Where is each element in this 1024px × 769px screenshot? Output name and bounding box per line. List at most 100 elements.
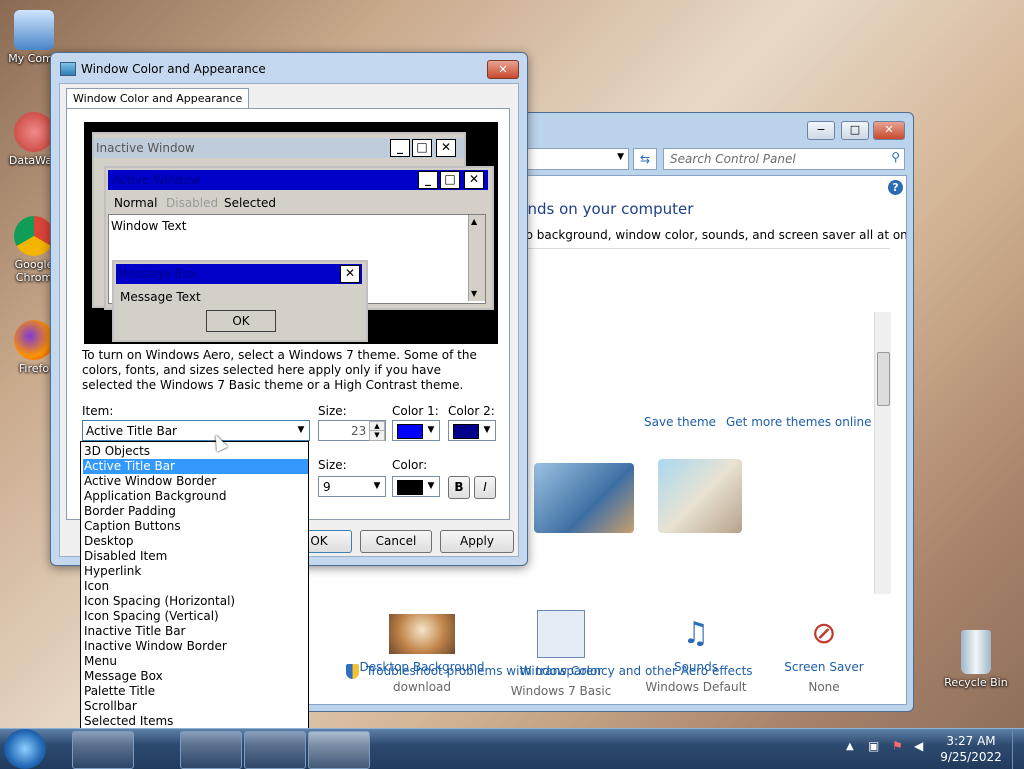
computer-icon xyxy=(14,10,54,50)
minimize-button[interactable]: − xyxy=(807,121,835,140)
item-dropdown-list[interactable]: 3D Objects Active Title Bar Active Window … xyxy=(80,441,309,759)
page-subtitle: op background, window color, sounds, and… xyxy=(518,228,907,242)
show-desktop-button[interactable] xyxy=(1012,729,1024,769)
preview-message-title: Message Box xyxy=(118,267,197,281)
preview-close-icon: ✕ xyxy=(464,171,484,189)
desktop-icon-label: Firefo xyxy=(18,362,50,375)
help-icon[interactable]: ? xyxy=(888,180,903,195)
dropdown-option[interactable]: Scrollbar xyxy=(83,699,308,714)
dropdown-option[interactable]: Application Background xyxy=(83,489,308,504)
dropdown-option[interactable]: Active Title Bar xyxy=(83,459,308,474)
preview-inactive-titlebar: Inactive Window _ □ ✕ xyxy=(94,138,464,158)
dropdown-option[interactable]: Caption Buttons xyxy=(83,519,308,534)
troubleshoot-link[interactable]: Troubleshoot problems with transparency … xyxy=(366,664,753,678)
color1-arrow-icon: ▼ xyxy=(427,425,435,435)
size-down-icon[interactable]: ▼ xyxy=(369,430,385,441)
preview-ok-button: OK xyxy=(206,310,276,332)
taskbar: ▲ ▣ ⚑ ◀ 3:27 AM 9/25/2022 xyxy=(0,728,1024,769)
taskbar-app-button[interactable] xyxy=(244,731,306,769)
font-color-swatch xyxy=(397,480,423,495)
cancel-button[interactable]: Cancel xyxy=(360,530,432,553)
clock-date: 9/25/2022 xyxy=(940,750,1002,764)
preview-scroll-up-icon: ▲ xyxy=(471,217,478,226)
color2-arrow-icon: ▼ xyxy=(483,425,491,435)
color1-label: Color 1: xyxy=(392,404,439,418)
scroll-thumb[interactable] xyxy=(877,352,890,406)
dropdown-option[interactable]: Active Window Border xyxy=(83,474,308,489)
show-hidden-icons-icon[interactable]: ▲ xyxy=(846,741,854,752)
screen-saver-link[interactable]: Screen Saver xyxy=(766,660,882,674)
preview-active-titlebar: Active Window _ □ ✕ xyxy=(108,170,488,190)
dropdown-option[interactable]: 3D Objects xyxy=(83,444,308,459)
preview-scrollbar: ▲ ▼ xyxy=(468,215,485,301)
action-center-icon[interactable]: ⚑ xyxy=(892,739,903,753)
recycle-bin-icon xyxy=(961,630,991,674)
network-icon[interactable]: ▣ xyxy=(868,739,879,753)
clock[interactable]: 3:27 AM 9/25/2022 xyxy=(936,733,1006,765)
maximize-button[interactable]: □ xyxy=(841,121,869,140)
theme-thumbnail[interactable] xyxy=(534,463,634,533)
preview-minimize-icon: _ xyxy=(390,139,410,157)
preview-maximize-icon: □ xyxy=(440,171,460,189)
screen-saver-item[interactable]: ⊘ Screen Saver None xyxy=(766,614,882,694)
themes-scrollbar[interactable] xyxy=(874,312,891,594)
appearance-preview: Inactive Window _ □ ✕ Active Window _ □ … xyxy=(84,122,498,344)
preview-close-icon: ✕ xyxy=(436,139,456,157)
dropdown-option[interactable]: Icon xyxy=(83,579,308,594)
taskbar-explorer-button[interactable] xyxy=(72,731,134,769)
tab-window-color[interactable]: Window Color and Appearance xyxy=(66,88,250,109)
search-input[interactable]: Search Control Panel ⚲ xyxy=(663,148,905,170)
preview-message-titlebar: Message Box ✕ xyxy=(116,264,362,284)
preview-scroll-down-icon: ▼ xyxy=(471,289,478,298)
dropdown-option[interactable]: Inactive Title Bar xyxy=(83,624,308,639)
color2-picker[interactable]: ▼ xyxy=(448,420,496,441)
desktop-icon-recycle-bin[interactable]: Recycle Bin xyxy=(944,630,1008,689)
taskbar-window-color-button[interactable] xyxy=(308,731,370,769)
apply-button[interactable]: Apply xyxy=(440,530,514,553)
font-color-picker[interactable]: ▼ xyxy=(392,476,440,497)
save-theme-link[interactable]: Save theme xyxy=(644,415,716,429)
dropdown-option[interactable]: Hyperlink xyxy=(83,564,308,579)
clock-time: 3:27 AM xyxy=(946,734,996,748)
bold-button[interactable]: B xyxy=(448,476,470,499)
preview-message-close-icon: ✕ xyxy=(340,265,360,283)
address-dropdown-arrow[interactable]: ▼ xyxy=(617,152,624,162)
dropdown-option[interactable]: Border Padding xyxy=(83,504,308,519)
desktop-background-icon xyxy=(389,614,455,654)
dropdown-option[interactable]: Message Box xyxy=(83,669,308,684)
preview-message-text: Message Text xyxy=(120,290,201,304)
dropdown-option[interactable]: Menu xyxy=(83,654,308,669)
dropdown-option[interactable]: Palette Title xyxy=(83,684,308,699)
close-button[interactable]: ✕ xyxy=(873,121,905,140)
dropdown-option[interactable]: Icon Spacing (Vertical) xyxy=(83,609,308,624)
dropdown-option[interactable]: Icon Spacing (Horizontal) xyxy=(83,594,308,609)
italic-button[interactable]: I xyxy=(474,476,496,499)
item-select[interactable]: Active Title Bar ▼ xyxy=(82,420,310,441)
size-stepper[interactable]: 23 ▲ ▼ xyxy=(318,420,386,441)
get-more-themes-link[interactable]: Get more themes online xyxy=(726,415,872,429)
dropdown-option[interactable]: Desktop xyxy=(83,534,308,549)
firefox-icon xyxy=(14,320,54,360)
dropdown-option[interactable]: Inactive Window Border xyxy=(83,639,308,654)
preview-inactive-title: Inactive Window xyxy=(96,141,195,155)
desktop-icon-label: Google Chrom xyxy=(14,258,54,284)
item-label: Item: xyxy=(82,404,114,418)
color1-picker[interactable]: ▼ xyxy=(392,420,440,441)
dialog-close-button[interactable]: ✕ xyxy=(487,60,519,79)
font-size-arrow-icon: ▼ xyxy=(373,481,381,491)
sounds-icon: ♫ xyxy=(682,616,710,651)
dropdown-option[interactable]: Selected Items xyxy=(83,714,308,729)
refresh-button[interactable]: ⇆ xyxy=(633,148,657,170)
font-size-select[interactable]: 9 ▼ xyxy=(318,476,386,497)
chrome-icon xyxy=(14,216,54,256)
start-button[interactable] xyxy=(4,729,46,769)
taskbar-chrome-button[interactable] xyxy=(180,731,242,769)
preview-minimize-icon: _ xyxy=(418,171,438,189)
themes-list[interactable]: Save theme Get more themes online xyxy=(518,248,890,533)
address-bar[interactable]: ▼ xyxy=(523,148,629,170)
font-color-label: Color: xyxy=(392,458,428,472)
volume-icon[interactable]: ◀ xyxy=(914,739,923,753)
dropdown-option[interactable]: Disabled Item xyxy=(83,549,308,564)
theme-thumbnail[interactable] xyxy=(658,459,742,533)
dialog-app-icon xyxy=(60,62,76,76)
